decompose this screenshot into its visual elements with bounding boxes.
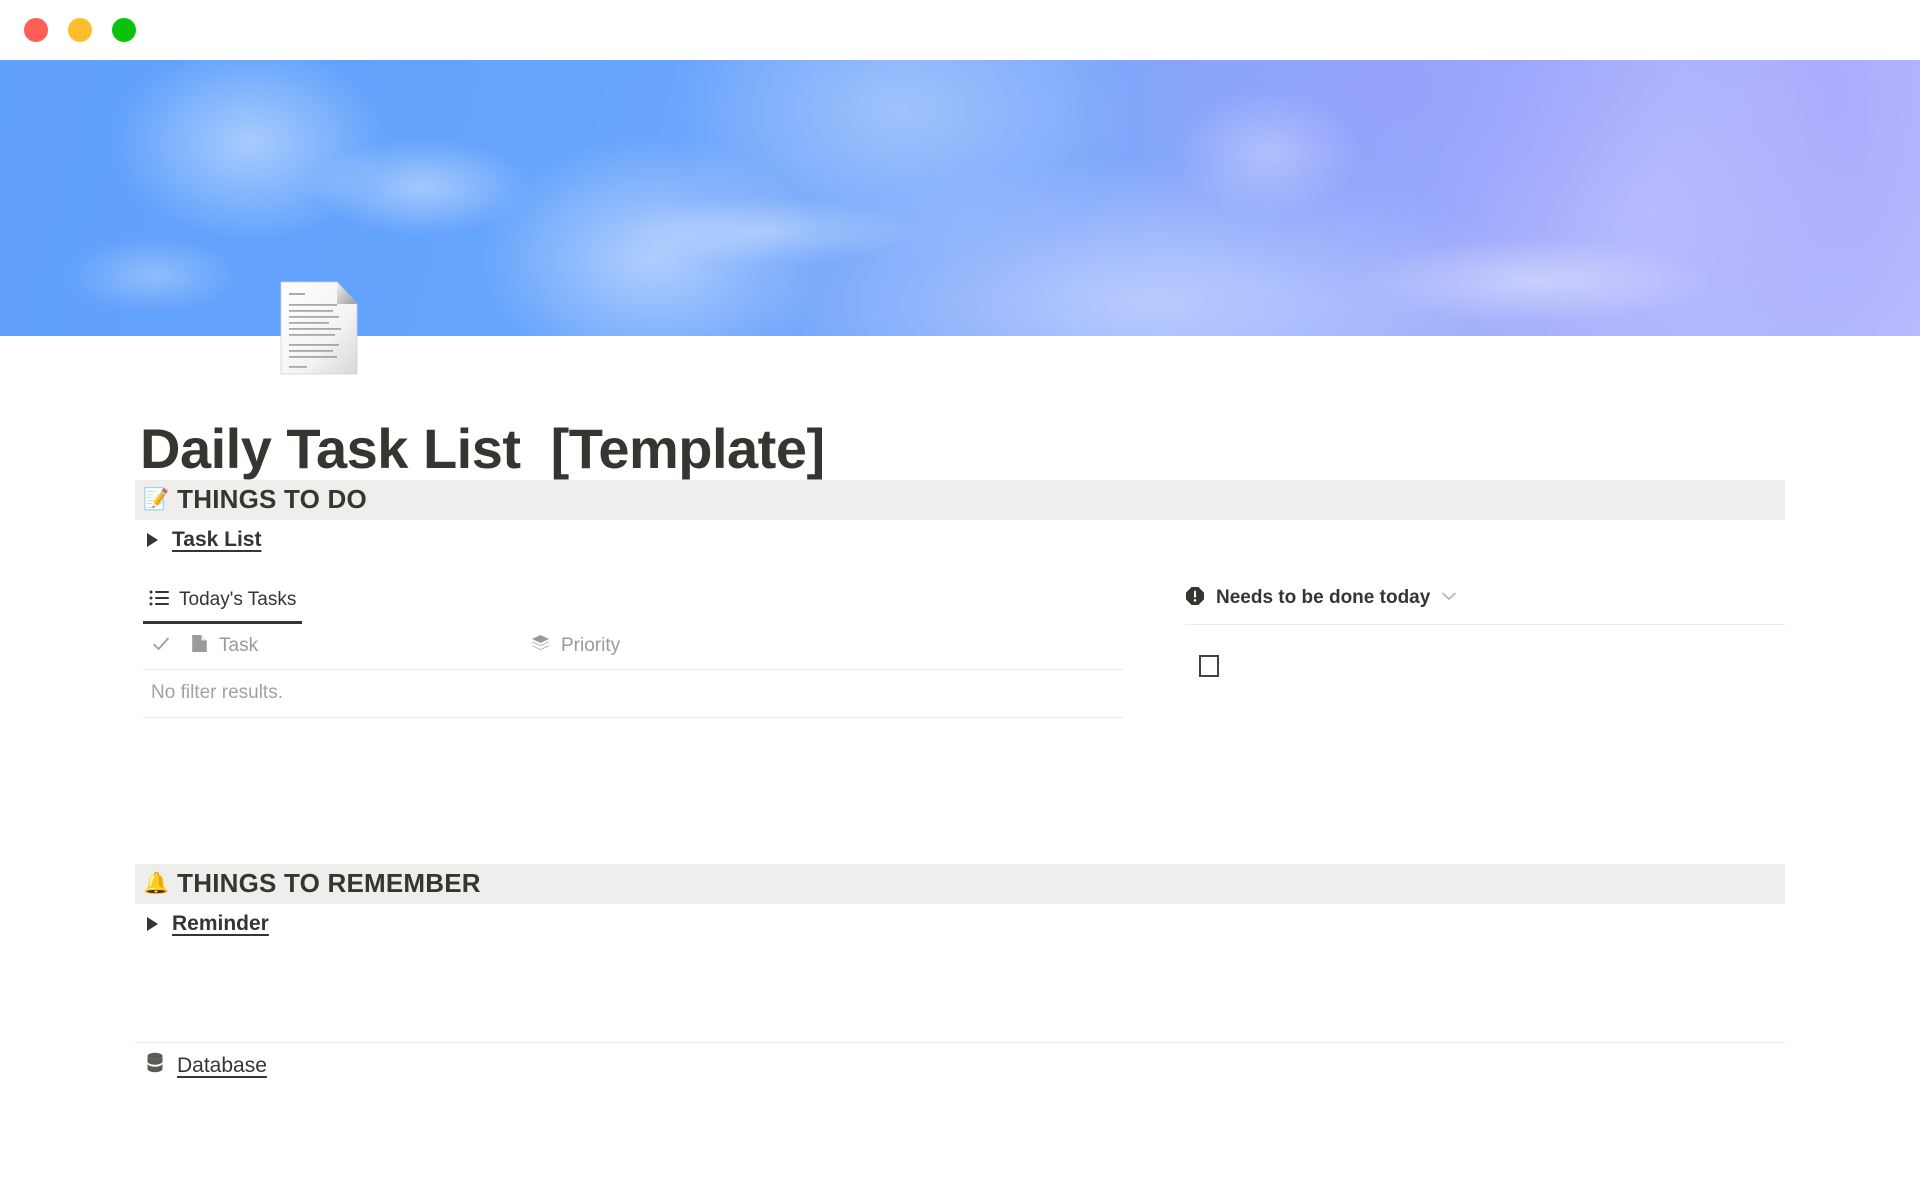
tab-todays-tasks[interactable]: Today's Tasks: [143, 589, 303, 624]
toggle-task-list[interactable]: Task List: [135, 520, 1785, 560]
tab-label: Today's Tasks: [179, 589, 297, 611]
toggle-label[interactable]: Task List: [172, 528, 261, 552]
toggle-reminder[interactable]: Reminder: [135, 904, 1785, 944]
page-content: Daily Task List [Template] 📝 THINGS TO D…: [135, 281, 1785, 1042]
database-view-tabs: Today's Tasks: [143, 582, 1123, 624]
chevron-down-icon[interactable]: [1441, 589, 1457, 607]
memo-icon: 📝: [143, 488, 170, 512]
list-icon: [149, 589, 169, 612]
page-title[interactable]: Daily Task List [Template]: [135, 336, 1785, 480]
widget-title: Needs to be done today: [1216, 587, 1431, 609]
widget-body: [1185, 625, 1785, 677]
layers-icon: [531, 634, 550, 658]
maximize-button[interactable]: [112, 18, 136, 42]
toggle-label[interactable]: Reminder: [172, 912, 269, 936]
page-icon[interactable]: [275, 278, 363, 378]
close-button[interactable]: [24, 18, 48, 42]
page-icon-small: [191, 634, 208, 658]
column-header-priority[interactable]: Priority: [531, 634, 1123, 658]
table-header-row: Task Priority: [143, 624, 1123, 670]
minimize-button[interactable]: [68, 18, 92, 42]
page-footer-content: Database: [135, 1043, 1785, 1089]
toggle-arrow-icon[interactable]: [147, 916, 158, 931]
database-table: Task Priority No filter results.: [143, 624, 1123, 718]
traffic-light-group: [24, 18, 136, 42]
database-left-column: Today's Tasks Task Priority No filter re…: [143, 582, 1123, 718]
database-right-column: Needs to be done today: [1185, 582, 1785, 718]
section-header-things-to-do: 📝 THINGS TO DO: [135, 479, 1785, 520]
database-area: Today's Tasks Task Priority No filter re…: [135, 582, 1785, 718]
alert-octagon-icon: [1185, 586, 1205, 611]
page-body: Daily Task List [Template] 📝 THINGS TO D…: [0, 281, 1920, 1200]
database-icon: [145, 1052, 165, 1079]
section-heading-text: THINGS TO DO: [177, 484, 367, 515]
empty-state-message: No filter results.: [151, 682, 283, 704]
column-header-checkbox[interactable]: [143, 634, 191, 659]
table-empty-row: No filter results.: [143, 670, 1123, 718]
toggle-arrow-icon[interactable]: [147, 532, 158, 547]
section-heading-text: THINGS TO REMEMBER: [177, 868, 481, 899]
widget-checkbox[interactable]: [1199, 654, 1219, 677]
widget-header[interactable]: Needs to be done today: [1185, 582, 1785, 624]
window-titlebar: [0, 0, 1920, 60]
column-label: Task: [219, 635, 259, 657]
section-header-things-to-remember: 🔔 THINGS TO REMEMBER: [135, 863, 1785, 904]
column-label: Priority: [561, 635, 621, 657]
checkmark-icon: [151, 634, 171, 659]
app-window: Daily Task List [Template] 📝 THINGS TO D…: [0, 0, 1920, 1200]
database-link-label[interactable]: Database: [177, 1054, 267, 1078]
column-header-task[interactable]: Task: [191, 634, 531, 658]
bell-icon: 🔔: [143, 872, 170, 896]
database-link-row[interactable]: Database: [135, 1043, 1785, 1089]
